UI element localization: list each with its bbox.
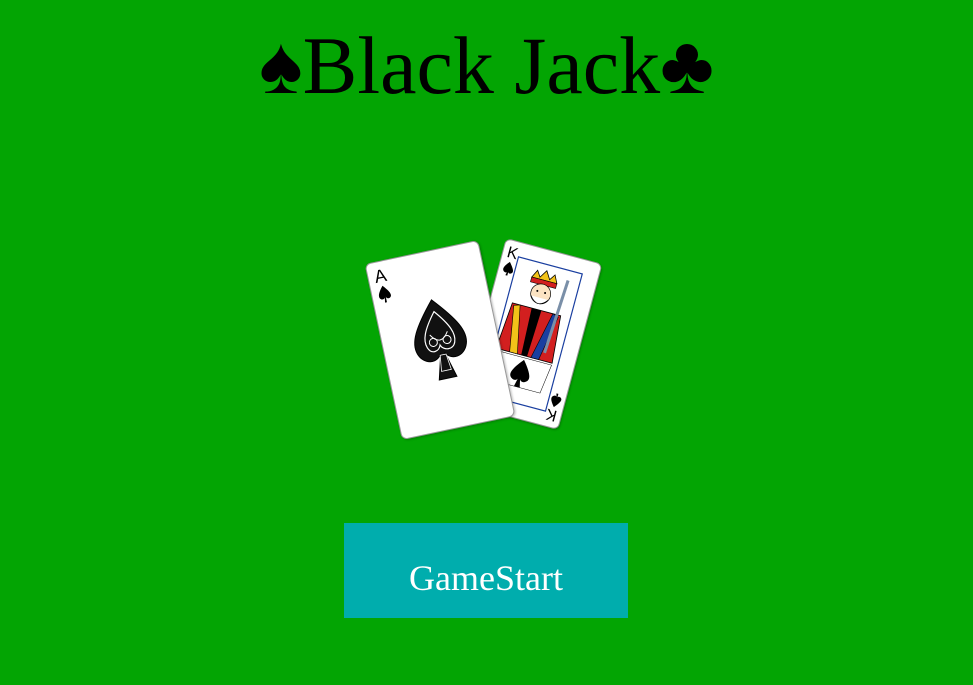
ace-corner-rank: A [372, 265, 388, 287]
game-title: ♠Black Jack♣ [259, 20, 714, 111]
ace-of-spades-card: A [364, 239, 516, 441]
game-start-button[interactable]: GameStart [344, 523, 628, 618]
ace-face-art: A [372, 265, 467, 381]
king-corner-spade-icon [503, 261, 513, 276]
ace-center-spade-icon [414, 299, 467, 381]
card-illustration: K K A [360, 237, 610, 448]
ace-corner-spade-icon [378, 285, 391, 303]
